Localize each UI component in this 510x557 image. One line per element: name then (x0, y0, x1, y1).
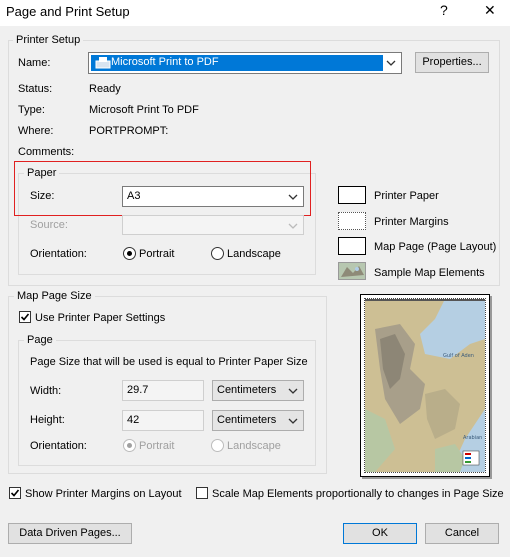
checkmark-icon (20, 313, 30, 321)
scale-elements-checkbox[interactable] (196, 487, 208, 499)
type-value: Microsoft Print To PDF (89, 104, 199, 116)
status-label: Status: (18, 83, 53, 95)
show-margins-checkbox[interactable] (9, 487, 21, 499)
radio-dot (127, 443, 132, 448)
map-page-legend-label: Map Page (Page Layout) (374, 241, 497, 253)
page-portrait-label: Portrait (139, 440, 175, 452)
data-driven-pages-button[interactable]: Data Driven Pages... (8, 523, 132, 544)
show-margins-label: Show Printer Margins on Layout (25, 488, 182, 500)
portrait-radio[interactable] (123, 247, 136, 260)
page-landscape-label: Landscape (227, 440, 281, 452)
page-landscape-radio[interactable] (211, 439, 224, 452)
map-page-swatch (338, 237, 366, 255)
chevron-down-icon (288, 418, 298, 424)
map-label-sea: Arabian (463, 435, 482, 441)
printer-setup-legend: Printer Setup (13, 34, 84, 46)
scale-elements-label: Scale Map Elements proportionally to cha… (212, 488, 504, 500)
paper-size-select[interactable]: A3 (122, 186, 304, 207)
page-portrait-radio[interactable] (123, 439, 136, 452)
page-print-setup-dialog: Page and Print Setup ? ✕ Printer Setup N… (0, 0, 510, 557)
height-unit-value: Centimeters (217, 414, 277, 426)
width-value: 29.7 (127, 384, 149, 396)
printer-margins-legend-label: Printer Margins (374, 216, 449, 228)
printer-icon (95, 57, 111, 69)
map-preview-margins: Gulf of Aden Arabian (364, 298, 486, 473)
page-legend: Page (24, 334, 56, 346)
map-preview: Gulf of Aden Arabian (360, 294, 490, 477)
printer-name-value: Microsoft Print to PDF (111, 56, 219, 68)
chevron-down-icon (288, 194, 298, 200)
page-size-info: Page Size that will be used is equal to … (30, 356, 308, 368)
landscape-radio[interactable] (211, 247, 224, 260)
paper-size-label: Size: (30, 190, 55, 202)
checkmark-icon (10, 489, 20, 497)
use-printer-settings-label: Use Printer Paper Settings (35, 312, 166, 324)
landscape-label: Landscape (227, 248, 281, 260)
height-input[interactable]: 42 (122, 410, 204, 431)
height-unit-select[interactable]: Centimeters (212, 410, 304, 431)
map-preview-image: Gulf of Aden Arabian (365, 299, 485, 472)
title-bar: Page and Print Setup ? ✕ (0, 0, 510, 26)
portrait-label: Portrait (139, 248, 175, 260)
paper-orientation-label: Orientation: (30, 248, 87, 260)
width-unit-value: Centimeters (217, 384, 277, 396)
map-page-size-legend: Map Page Size (14, 290, 95, 302)
cancel-button[interactable]: Cancel (425, 523, 499, 544)
paper-source-label: Source: (30, 219, 68, 231)
help-button[interactable]: ? (440, 2, 448, 18)
paper-size-value: A3 (127, 190, 141, 202)
width-unit-select[interactable]: Centimeters (212, 380, 304, 401)
use-printer-settings-checkbox[interactable] (19, 311, 31, 323)
paper-source-select[interactable] (122, 215, 304, 235)
printer-paper-swatch (338, 186, 366, 204)
height-label: Height: (30, 414, 65, 426)
properties-button[interactable]: Properties... (415, 52, 489, 73)
ok-button[interactable]: OK (343, 523, 417, 544)
chevron-down-icon (288, 223, 298, 229)
width-label: Width: (30, 385, 62, 397)
where-value: PORTPROMPT: (89, 125, 169, 137)
height-value: 42 (127, 414, 140, 426)
name-label: Name: (18, 57, 51, 69)
sample-map-legend-label: Sample Map Elements (374, 267, 485, 279)
page-orientation-label: Orientation: (30, 440, 87, 452)
window-title: Page and Print Setup (6, 4, 130, 19)
printer-name-select[interactable]: Microsoft Print to PDF (88, 52, 402, 74)
type-label: Type: (18, 104, 45, 116)
printer-paper-legend-label: Printer Paper (374, 190, 439, 202)
chevron-down-icon (288, 388, 298, 394)
map-label-gulf: Gulf of Aden (443, 353, 474, 359)
close-button[interactable]: ✕ (484, 2, 496, 19)
sample-map-swatch (338, 262, 366, 280)
printer-margins-swatch (338, 212, 366, 230)
width-input[interactable]: 29.7 (122, 380, 204, 401)
comments-label: Comments: (18, 146, 75, 158)
map-thumbnail-icon (339, 263, 365, 279)
status-value: Ready (89, 83, 121, 95)
chevron-down-icon (386, 60, 396, 66)
where-label: Where: (18, 125, 54, 137)
